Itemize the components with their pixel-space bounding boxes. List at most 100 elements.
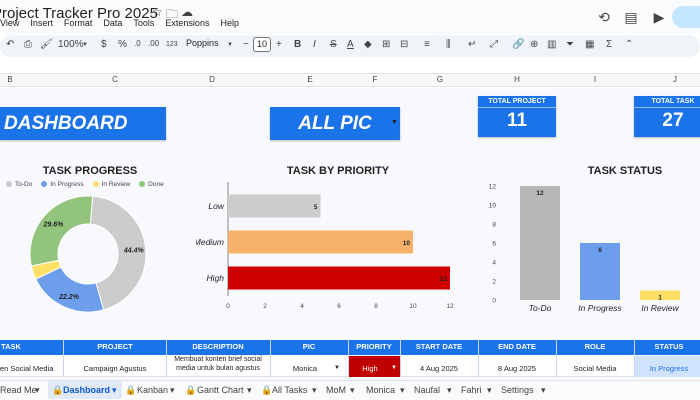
vertical-align-icon[interactable]: ⫼ bbox=[446, 39, 451, 50]
print-icon[interactable]: ⎙ bbox=[24, 39, 32, 50]
chevron-down-icon[interactable]: ▾ bbox=[35, 385, 40, 396]
star-icon[interactable]: ☆ bbox=[152, 5, 163, 19]
font-size-input[interactable]: 10 bbox=[253, 37, 271, 52]
end-date-cell[interactable]: 8 Aug 2025 bbox=[478, 364, 556, 373]
currency-format-button[interactable]: $ bbox=[101, 39, 107, 50]
status-value[interactable]: In Progress bbox=[634, 364, 700, 373]
description-line-1[interactable]: Membuat konten brief social bbox=[166, 356, 270, 363]
insert-link-icon[interactable]: 🔗 bbox=[512, 39, 524, 50]
column-header-h[interactable]: H bbox=[502, 75, 532, 84]
chevron-down-icon[interactable]: ▾ bbox=[350, 385, 355, 396]
text-color-icon[interactable]: A bbox=[347, 39, 354, 50]
chevron-down-icon[interactable]: ▾ bbox=[312, 385, 317, 396]
task-progress-donut-chart[interactable]: 44.4% 22.2% 29.6% bbox=[18, 190, 158, 320]
pic-cell[interactable]: Monica bbox=[270, 364, 340, 373]
increase-font-size-icon[interactable]: + bbox=[276, 39, 282, 50]
chevron-down-icon[interactable]: ▼ bbox=[391, 365, 397, 371]
header-priority[interactable]: PRIORITY bbox=[348, 342, 400, 351]
decrease-font-size-icon[interactable]: − bbox=[243, 39, 249, 50]
history-icon[interactable]: ⟲ bbox=[595, 8, 613, 26]
tab-fahri[interactable]: Fahri bbox=[461, 385, 482, 395]
horizontal-align-icon[interactable]: ≡ bbox=[424, 39, 430, 50]
meet-icon[interactable]: ▶ bbox=[650, 8, 668, 26]
column-header-i[interactable]: I bbox=[580, 75, 610, 84]
strikethrough-icon[interactable]: S bbox=[330, 39, 337, 50]
tab-naufal[interactable]: Naufal bbox=[414, 385, 440, 395]
header-start-date[interactable]: START DATE bbox=[400, 342, 478, 351]
functions-icon[interactable]: Σ bbox=[606, 39, 612, 50]
decrease-decimal-button[interactable]: .0 bbox=[134, 39, 141, 48]
zoom-select[interactable]: 100% bbox=[58, 39, 84, 50]
tab-monica[interactable]: Monica bbox=[366, 385, 395, 395]
column-header-d[interactable]: D bbox=[192, 75, 232, 84]
column-header-b[interactable]: B bbox=[0, 75, 20, 84]
text-wrap-icon[interactable]: ↵ bbox=[468, 39, 476, 50]
project-cell[interactable]: Campaign Agustus bbox=[64, 364, 166, 373]
start-date-cell[interactable]: 4 Aug 2025 bbox=[400, 364, 478, 373]
menu-format[interactable]: Format bbox=[64, 18, 93, 32]
priority-value[interactable]: High bbox=[348, 364, 392, 373]
chevron-down-icon[interactable]: ▾ bbox=[247, 385, 252, 396]
chevron-down-icon[interactable]: ▼ bbox=[334, 365, 340, 371]
percent-format-button[interactable]: % bbox=[118, 39, 127, 50]
column-header-c[interactable]: C bbox=[90, 75, 140, 84]
italic-icon[interactable]: I bbox=[313, 39, 316, 50]
menu-tools[interactable]: Tools bbox=[133, 18, 154, 32]
header-project[interactable]: PROJECT bbox=[64, 342, 166, 351]
header-role[interactable]: ROLE bbox=[556, 342, 634, 351]
chevron-down-icon[interactable]: ▾ bbox=[487, 385, 492, 396]
chevron-down-icon[interactable]: ▼ bbox=[82, 42, 88, 48]
tab-read-me[interactable]: Read Me bbox=[0, 385, 37, 395]
menu-help[interactable]: Help bbox=[220, 18, 239, 32]
menu-extensions[interactable]: Extensions bbox=[165, 18, 209, 32]
font-select[interactable]: Poppins bbox=[186, 38, 219, 48]
merge-cells-icon[interactable]: ⊟ bbox=[400, 39, 408, 50]
insert-chart-icon[interactable]: ▥ bbox=[547, 39, 556, 50]
chevron-down-icon[interactable]: ▼ bbox=[391, 119, 398, 126]
header-pic[interactable]: PIC bbox=[270, 342, 348, 351]
chevron-down-icon[interactable]: ▾ bbox=[112, 385, 117, 396]
increase-decimal-button[interactable]: .00 bbox=[148, 39, 159, 48]
chevron-down-icon[interactable]: ▾ bbox=[400, 385, 405, 396]
tab-gantt-chart[interactable]: Gantt Chart bbox=[197, 385, 244, 395]
header-description[interactable]: DESCRIPTION bbox=[166, 342, 270, 351]
role-cell[interactable]: Social Media bbox=[556, 364, 634, 373]
column-header-g[interactable]: G bbox=[425, 75, 455, 84]
fill-color-icon[interactable]: ◆ bbox=[364, 39, 372, 50]
column-header-e[interactable]: E bbox=[295, 75, 325, 84]
cloud-status-icon[interactable]: ☁ bbox=[181, 5, 193, 19]
paint-format-icon[interactable]: 🖌 bbox=[40, 39, 53, 50]
task-status-chart[interactable]: 0 2 4 6 8 10 12 12 To-Do 6 In Progress 1In Review bbox=[484, 180, 700, 320]
chevron-down-icon[interactable]: ▾ bbox=[170, 385, 175, 396]
tab-all-tasks[interactable]: All Tasks bbox=[272, 385, 307, 395]
menu-data[interactable]: Data bbox=[103, 18, 122, 32]
comment-icon[interactable]: ▤ bbox=[622, 8, 640, 26]
task-by-priority-chart[interactable]: Low 5 Medium 10 High 12 0 2 4 6 8 10 12 bbox=[196, 180, 470, 312]
insert-comment-icon[interactable]: ⊕ bbox=[530, 39, 538, 50]
menu-view[interactable]: View bbox=[0, 18, 19, 32]
header-task[interactable]: TASK bbox=[0, 342, 22, 351]
undo-icon[interactable]: ↶ bbox=[6, 39, 14, 50]
header-end-date[interactable]: END DATE bbox=[478, 342, 556, 351]
description-line-2[interactable]: media untuk bulan agustus bbox=[166, 365, 270, 372]
text-rotation-icon[interactable]: ⤢ bbox=[490, 39, 498, 50]
tab-settings[interactable]: Settings bbox=[501, 385, 534, 395]
share-button[interactable] bbox=[672, 6, 700, 28]
column-header-f[interactable]: F bbox=[360, 75, 390, 84]
task-cell[interactable]: en Social Media bbox=[0, 364, 63, 373]
borders-icon[interactable]: ⊞ bbox=[382, 39, 390, 50]
chevron-down-icon[interactable]: ▾ bbox=[541, 385, 546, 396]
chevron-down-icon[interactable]: ▾ bbox=[447, 385, 452, 396]
column-header-j[interactable]: J bbox=[660, 75, 690, 84]
filter-icon[interactable]: ⏷ bbox=[566, 39, 574, 50]
bold-icon[interactable]: B bbox=[294, 39, 301, 50]
tab-kanban[interactable]: Kanban bbox=[137, 385, 168, 395]
filter-views-icon[interactable]: ▦ bbox=[585, 39, 594, 50]
tab-mom[interactable]: MoM bbox=[326, 385, 346, 395]
tab-dashboard[interactable]: Dashboard bbox=[63, 385, 110, 395]
hide-menus-icon[interactable]: ⌃ bbox=[625, 39, 633, 50]
number-format-button[interactable]: 123 bbox=[166, 41, 178, 48]
pic-filter-dropdown[interactable]: ALL PIC bbox=[270, 107, 400, 140]
header-status[interactable]: STATUS bbox=[634, 342, 700, 351]
menu-insert[interactable]: Insert bbox=[30, 18, 53, 32]
